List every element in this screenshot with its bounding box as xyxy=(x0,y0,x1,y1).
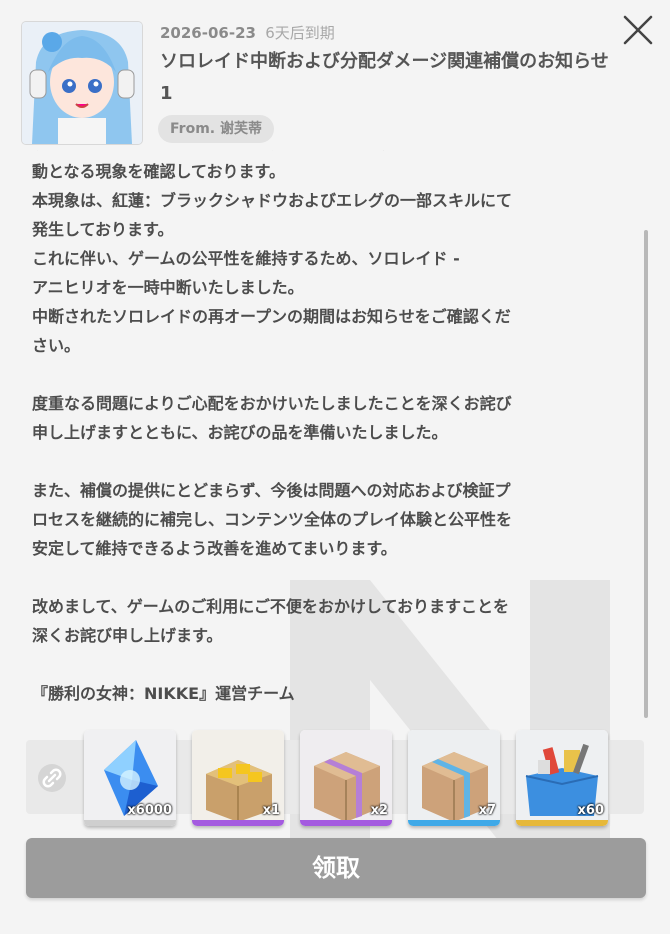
attachment-item[interactable]: x60 xyxy=(516,730,608,826)
rarity-stripe xyxy=(408,820,500,826)
item-quantity: x1 xyxy=(262,803,280,818)
rarity-stripe xyxy=(192,820,284,826)
body-line: ロセスを継続的に補完し、コンテンツ全体のプレイ体験と公平性を xyxy=(32,510,513,529)
mail-meta: 2026-06-23 6天后到期 xyxy=(160,22,335,44)
body-line: 現在、一部のユニットにおいて、分配ダメージ関連機能が想定とは異なる挙 xyxy=(32,150,642,157)
body-line: 改めまして、ゲームのご利用にご不便をおかけしておりますことを xyxy=(32,597,509,616)
rarity-stripe xyxy=(84,820,176,826)
sender-badge: From. 谢芙蒂 xyxy=(158,115,274,143)
body-line: 本現象は、紅蓮：ブラックシャドウおよびエレグの一部スキルにて xyxy=(32,191,513,210)
item-quantity: x7 xyxy=(478,803,496,818)
rarity-stripe xyxy=(300,820,392,826)
body-line: 動となる現象を確認しております。 xyxy=(32,162,285,181)
body-line: アニヒリオを一時中断いたしました。 xyxy=(32,278,304,297)
attachment-item[interactable]: x2 xyxy=(300,730,392,826)
item-quantity: x60 xyxy=(577,803,604,818)
body-line: さい。 xyxy=(32,336,81,355)
attachment-item[interactable]: x1 xyxy=(192,730,284,826)
scrollbar[interactable] xyxy=(644,230,648,718)
expire-notice: 6天后到期 xyxy=(265,24,335,42)
close-icon[interactable] xyxy=(620,12,656,48)
item-quantity: x6000 xyxy=(127,803,172,818)
link-icon xyxy=(38,764,66,792)
body-line: また、補償の提供にとどまらず、今後は問題への対応および検証プ xyxy=(32,481,511,500)
body-line: 深くお詫び申し上げます。 xyxy=(32,626,223,645)
mail-header: 2026-06-23 6天后到期 ソロレイド中断および分配ダメージ関連補償のお知… xyxy=(0,0,670,150)
item-quantity: x2 xyxy=(370,803,388,818)
attachment-item[interactable]: x6000 xyxy=(84,730,176,826)
body-line: これに伴い、ゲームの公平性を維持するため、ソロレイド - xyxy=(32,249,460,268)
body-line: 『勝利の女神：NIKKE』運営チーム xyxy=(32,684,295,703)
mail-title: ソロレイド中断および分配ダメージ関連補償のお知らせ1 xyxy=(160,51,609,104)
body-line: 中断されたソロレイドの再オープンの期間はお知らせをご確認くだ xyxy=(32,307,511,326)
mail-body[interactable]: 現在、一部のユニットにおいて、分配ダメージ関連機能が想定とは異なる挙動となる現象… xyxy=(0,150,670,720)
mail-content: 現在、一部のユニットにおいて、分配ダメージ関連機能が想定とは異なる挙動となる現象… xyxy=(32,150,642,708)
sender-avatar xyxy=(22,22,142,144)
claim-button[interactable]: 领取 xyxy=(26,838,646,898)
body-line: 度重なる問題によりご心配をおかけいたしましたことを深くお詫び xyxy=(32,394,512,413)
mail-date: 2026-06-23 xyxy=(160,24,256,42)
body-line: 安定して維持できるよう改善を進めてまいります。 xyxy=(32,539,397,558)
attachment-item[interactable]: x7 xyxy=(408,730,500,826)
rarity-stripe xyxy=(516,820,608,826)
body-line: 申し上げますとともに、お詫びの品を準備いたしました。 xyxy=(32,423,448,442)
body-line: 発生しております。 xyxy=(32,220,174,239)
